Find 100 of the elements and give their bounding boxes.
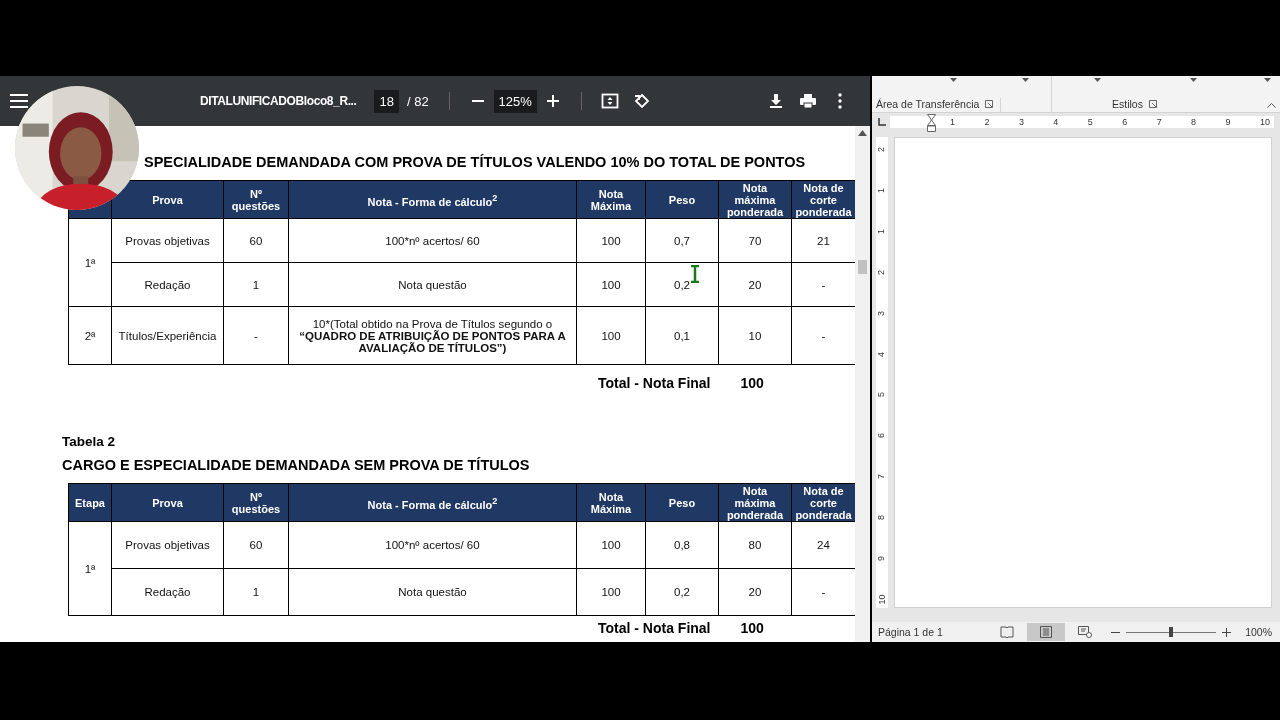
ruler-number: 2 bbox=[984, 116, 990, 128]
table-cell: - bbox=[223, 306, 289, 365]
ruler-number: 6 bbox=[1122, 116, 1128, 128]
table-cell: 1 bbox=[223, 568, 289, 616]
table-cell: 80 bbox=[718, 521, 792, 569]
column-header: Prova bbox=[111, 180, 224, 219]
column-header: Nota máxima ponderada bbox=[718, 483, 792, 522]
page-status: Página 1 de 1 bbox=[878, 626, 943, 638]
ruler-number: 1 bbox=[950, 116, 955, 128]
ruler-number: 7 bbox=[1156, 116, 1162, 128]
document-title: DITALUNIFICADOBloco8_R... bbox=[200, 94, 357, 108]
ruler-number: 3 bbox=[1018, 116, 1024, 128]
print-layout-button[interactable] bbox=[1027, 623, 1066, 641]
total-label: Total - Nota Final bbox=[598, 375, 711, 391]
download-icon[interactable] bbox=[767, 92, 785, 110]
text-cursor-icon bbox=[690, 265, 700, 283]
ruler-number: 10 bbox=[877, 594, 887, 605]
table-cell: Provas objetivas bbox=[111, 521, 224, 569]
table-cell: 2ª bbox=[68, 306, 112, 365]
column-header: Nota máxima ponderada bbox=[718, 180, 792, 219]
ruler-number: 2 bbox=[877, 147, 887, 152]
scroll-up-icon[interactable] bbox=[858, 129, 867, 136]
print-icon[interactable] bbox=[799, 92, 817, 110]
print-layout-icon bbox=[1039, 626, 1054, 638]
column-header: Peso bbox=[645, 180, 719, 219]
table-cell: 100*nº acertos/ 60 bbox=[288, 521, 577, 569]
table-cell: 100 bbox=[576, 262, 646, 307]
page-count: / 82 bbox=[406, 93, 429, 109]
dropdown-caret-icon[interactable] bbox=[1094, 78, 1101, 82]
total-value: 100 bbox=[740, 375, 764, 391]
table-cell: Redação bbox=[111, 568, 224, 616]
dropdown-caret-icon[interactable] bbox=[950, 78, 957, 82]
column-header: Nota Máxima bbox=[576, 180, 646, 219]
dialog-launcher-icon[interactable] bbox=[985, 100, 994, 108]
dropdown-caret-icon[interactable] bbox=[1022, 78, 1029, 82]
ruler-number: 8 bbox=[1191, 116, 1197, 128]
web-layout-icon[interactable] bbox=[1078, 626, 1093, 638]
dialog-launcher-icon[interactable] bbox=[1148, 100, 1157, 108]
table-cell: 0,7 bbox=[645, 218, 719, 263]
scrollbar[interactable] bbox=[855, 126, 870, 642]
table-cell: 100 bbox=[576, 568, 646, 616]
table-cell: 10*(Total obtido na Prova de Títulos segundo o “QUADRO DE ATRIBUIÇÃO DE PONTOS PARA A AVALIAÇÃO DE TÍTULOS”) bbox=[288, 306, 577, 365]
column-header: Nota de corte ponderada bbox=[791, 180, 855, 219]
section-heading: SPECIALIDADE DEMANDADA COM PROVA DE TÍTULOS VALENDO 10% DO TOTAL DE PONTOS bbox=[144, 154, 807, 170]
column-header: Nota - Forma de cálculo$^{2}$ bbox=[288, 483, 577, 522]
ruler-number: 6 bbox=[877, 433, 887, 439]
collapse-ribbon-icon[interactable] bbox=[1267, 102, 1276, 108]
table-cell: 10 bbox=[718, 306, 792, 365]
table-cell: 100 bbox=[576, 306, 646, 365]
table-cell: 20 bbox=[718, 568, 792, 616]
column-header: Nº questões bbox=[223, 180, 289, 219]
ruler-number: 5 bbox=[1087, 116, 1093, 128]
ruler-number: 1 bbox=[877, 187, 887, 193]
column-header: Nota - Forma de cálculo$^{2}$ bbox=[288, 180, 577, 219]
ruler-number: 3 bbox=[877, 310, 887, 316]
table-cell: 70 bbox=[718, 218, 792, 263]
ruler-number: 7 bbox=[877, 474, 887, 480]
dropdown-caret-icon[interactable] bbox=[1264, 78, 1271, 82]
dropdown-caret-icon[interactable] bbox=[1190, 78, 1197, 82]
rotate-icon[interactable] bbox=[632, 92, 651, 110]
table-cell: Nota questão bbox=[288, 568, 577, 616]
ruler-number: 4 bbox=[1053, 116, 1059, 128]
ruler-number: 2 bbox=[877, 269, 887, 275]
fit-page-icon[interactable] bbox=[600, 92, 619, 110]
table-cell: 100 bbox=[576, 521, 646, 569]
table-cell: 1ª bbox=[68, 218, 112, 307]
table-cell: Títulos/Experiência bbox=[111, 306, 224, 365]
total-value: 100 bbox=[740, 620, 764, 636]
column-header: Peso bbox=[645, 483, 719, 522]
table-cell: 0,1 bbox=[645, 306, 719, 365]
table-cell: 100 bbox=[576, 218, 646, 263]
table-cell: 1ª bbox=[68, 521, 112, 616]
zoom-in-icon[interactable] bbox=[1222, 627, 1232, 637]
table-cell: Redação bbox=[111, 262, 224, 307]
ruler-number: 9 bbox=[877, 556, 887, 562]
ruler-number: 1 bbox=[877, 228, 887, 234]
total-label: Total - Nota Final bbox=[598, 620, 711, 636]
ruler-number: 8 bbox=[877, 515, 887, 521]
column-header: Nota de corte ponderada bbox=[791, 483, 855, 522]
read-mode-icon[interactable] bbox=[1000, 626, 1015, 638]
ruler-number: 9 bbox=[1225, 116, 1231, 128]
menu-icon[interactable] bbox=[10, 94, 28, 108]
ribbon-group-label: Área de Transferência bbox=[876, 98, 980, 110]
zoom-level: 100% bbox=[1245, 626, 1272, 638]
column-header: Nota Máxima bbox=[576, 483, 646, 522]
page-number-field[interactable]: 18 bbox=[374, 89, 399, 113]
table-caption: Tabela 2 bbox=[62, 434, 117, 449]
column-header: Nº questões bbox=[223, 483, 289, 522]
table-cell: 60 bbox=[223, 218, 289, 263]
table-cell: 100*nº acertos/ 60 bbox=[288, 218, 577, 263]
ribbon-group-label: Estilos bbox=[1112, 98, 1143, 110]
column-header: Etapa bbox=[68, 483, 112, 522]
indent-marker-icon[interactable] bbox=[927, 114, 936, 132]
scrollbar-thumb[interactable] bbox=[858, 260, 867, 274]
table-cell: 20 bbox=[718, 262, 792, 307]
table-cell: 0,2 bbox=[645, 568, 719, 616]
table-cell: 60 bbox=[223, 521, 289, 569]
table-cell: 0,2 bbox=[645, 262, 719, 307]
zoom-field[interactable]: 125% bbox=[493, 89, 537, 113]
tab-stop-icon[interactable] bbox=[878, 118, 886, 126]
